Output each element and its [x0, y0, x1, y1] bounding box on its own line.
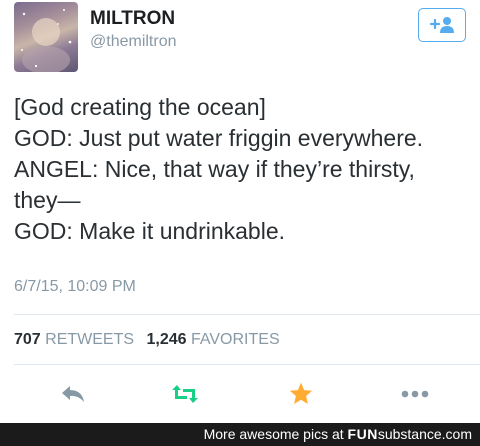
- favorites-stat[interactable]: 1,246 FAVORITES: [147, 331, 280, 348]
- tweet-line: [God creating the ocean]: [14, 94, 266, 120]
- watermark-footer: More awesome pics at FUNsubstance.com: [0, 423, 480, 446]
- tweet-card: MILTRON @themiltron [God creating the oc…: [0, 0, 480, 423]
- favorites-label: FAVORITES: [191, 331, 280, 348]
- favorite-button[interactable]: [286, 379, 316, 409]
- retweets-label: RETWEETS: [45, 331, 135, 348]
- tweet-line: GOD: Just put water friggin everywhere.: [14, 125, 424, 151]
- reply-icon: [62, 386, 84, 402]
- display-name[interactable]: MILTRON: [90, 8, 175, 30]
- follow-add-user-icon: [429, 17, 454, 33]
- footer-text: More awesome pics at: [203, 426, 348, 442]
- tweet-line: they—: [14, 187, 81, 213]
- retweet-icon: [172, 385, 198, 403]
- brand-domain: .com: [441, 426, 472, 442]
- divider: [14, 364, 480, 365]
- more-dots-icon: [401, 390, 429, 398]
- tweet-stats: 707 RETWEETS 1,246 FAVORITES: [14, 331, 288, 349]
- more-button[interactable]: [400, 379, 430, 409]
- retweet-button[interactable]: [170, 379, 200, 409]
- avatar[interactable]: [14, 2, 78, 72]
- follow-button[interactable]: [418, 8, 466, 42]
- user-handle[interactable]: @themiltron: [90, 33, 177, 51]
- tweet-timestamp[interactable]: 6/7/15, 10:09 PM: [14, 278, 136, 296]
- tweet-line: GOD: Make it undrinkable.: [14, 218, 286, 244]
- tweet-text: [God creating the ocean] GOD: Just put w…: [14, 92, 474, 247]
- divider: [14, 314, 480, 315]
- brand-substance: substance: [377, 426, 442, 442]
- favorites-count: 1,246: [146, 331, 187, 348]
- retweets-count: 707: [14, 331, 41, 348]
- reply-button[interactable]: [58, 379, 88, 409]
- retweets-stat[interactable]: 707 RETWEETS: [14, 331, 134, 348]
- brand-fun: FUN: [347, 426, 378, 442]
- favorite-star-icon: [289, 382, 313, 404]
- tweet-line: ANGEL: Nice, that way if they’re thirsty…: [14, 156, 415, 182]
- tweet-actions: [0, 379, 480, 409]
